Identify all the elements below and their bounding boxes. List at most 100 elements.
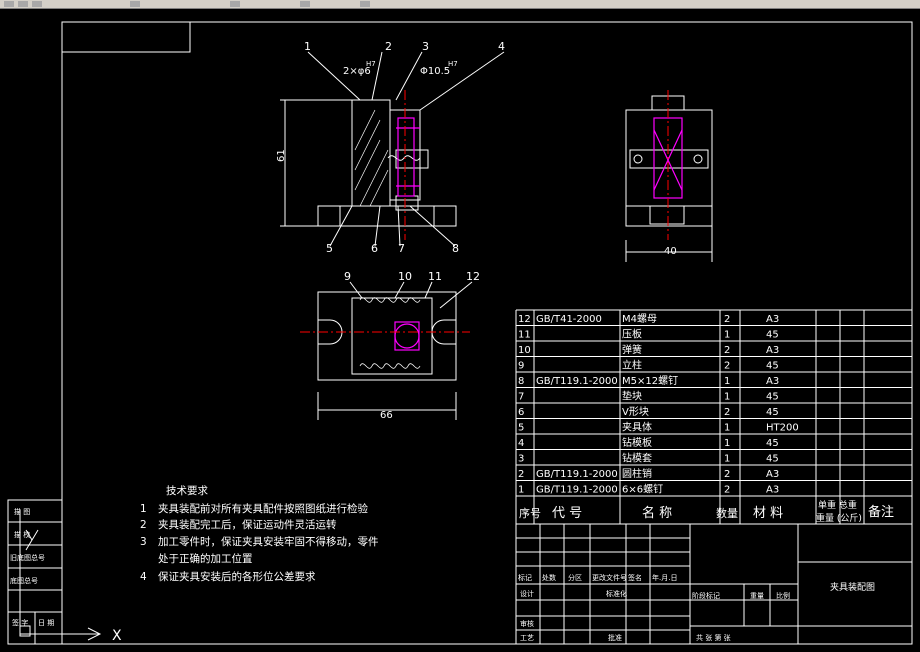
strip-label: 描 图	[14, 507, 30, 516]
bom-code: GB/T41-2000	[536, 314, 602, 325]
bom-material: 45	[766, 330, 779, 341]
bom-name: V形块	[622, 406, 649, 418]
bom-material: A3	[766, 345, 779, 356]
bom-name: M5×12螺钉	[622, 375, 678, 387]
bom-name: M4螺母	[622, 313, 657, 325]
bom-seq: 9	[518, 361, 524, 372]
bom-name: 钻模板	[622, 436, 652, 449]
toolbar-button[interactable]	[130, 1, 140, 7]
bom-qty: 1	[724, 438, 730, 449]
bom-material: A3	[766, 485, 779, 496]
toolbar-button[interactable]	[300, 1, 310, 7]
bom-material: 45	[766, 454, 779, 465]
bom-qty: 1	[724, 454, 730, 465]
tb-weight: 重量	[750, 592, 764, 600]
balloon-10: 10	[398, 270, 412, 283]
ucs-x-label: X	[112, 628, 122, 644]
fit-dim-2-tol: H7	[448, 60, 458, 68]
strip-label: 底图总号	[10, 576, 38, 585]
bom-seq: 10	[518, 345, 531, 356]
balloon-6: 6	[371, 242, 378, 255]
front-view-highlight	[396, 117, 420, 197]
bom-header-remark: 备注	[868, 504, 894, 520]
bom-name: 立柱	[622, 359, 642, 372]
bom-rows: 12 GB/T41-2000 M4螺母 2 A311 压板 1 4510 弹簧 2 A39 立柱 2 45…	[518, 313, 799, 496]
bom-material: 45	[766, 407, 779, 418]
bom-material: HT200	[766, 423, 799, 434]
bom-seq: 3	[518, 454, 524, 465]
tb-design: 设计	[520, 589, 534, 598]
bom-code: GB/T119.1-2000	[536, 469, 618, 480]
balloon-12: 12	[466, 270, 480, 283]
bom-qty: 2	[724, 314, 730, 325]
bom-header-material: 材 料	[753, 506, 783, 521]
bom-qty: 1	[724, 423, 730, 434]
bom-name: 6×6螺钉	[622, 484, 663, 496]
bom-seq: 1	[518, 485, 524, 496]
bom-qty: 1	[724, 330, 730, 341]
tech-title: 技术要求	[166, 484, 208, 497]
bom-qty: 2	[724, 345, 730, 356]
tb-label-count: 处数	[542, 573, 556, 582]
top-width-dim: 66	[380, 410, 393, 421]
bom-seq: 4	[518, 438, 524, 449]
tb-label-mark: 标记	[518, 573, 532, 582]
toolbar-button[interactable]	[360, 1, 370, 7]
tech-item-number: 4	[140, 571, 147, 583]
bom-code: GB/T119.1-2000	[536, 376, 618, 387]
bom-material: 45	[766, 392, 779, 403]
bom-seq: 2	[518, 469, 524, 480]
tb-standard: 标准化	[606, 589, 627, 598]
balloon-1: 1	[304, 40, 311, 53]
toolbar-button[interactable]	[4, 1, 14, 7]
tb-stage: 阶段标记	[692, 591, 720, 600]
tech-item-number: 2	[140, 519, 147, 531]
strip-label: 旧底图总号	[10, 553, 45, 562]
strip-label: 日 期	[38, 619, 54, 627]
bom-seq: 7	[518, 392, 524, 403]
bom-qty: 1	[724, 392, 730, 403]
side-view	[625, 95, 713, 262]
tech-item-text: 保证夹具安装后的各形位公差要求	[158, 570, 316, 583]
bom-name: 夹具体	[622, 421, 652, 434]
fit-dim-1-tol: H7	[366, 60, 376, 68]
toolbar-button[interactable]	[18, 1, 28, 7]
balloon-2: 2	[385, 40, 392, 53]
bom-header-name: 名 称	[642, 505, 672, 521]
tb-drawing-name: 夹具装配图	[830, 581, 875, 593]
bom-header-qty: 数量	[716, 507, 738, 520]
bom-code: GB/T119.1-2000	[536, 485, 618, 496]
drawing-canvas[interactable]: 描 图 描 校 旧底图总号 底图总号 签 字 日 期 X 1 2 3 4 5 6…	[0, 8, 920, 652]
tb-approve: 批准	[608, 633, 622, 642]
toolbar-button[interactable]	[230, 1, 240, 7]
bom-seq: 5	[518, 423, 524, 434]
balloon-3: 3	[422, 40, 429, 53]
tech-item-number: 3	[140, 536, 147, 548]
top-view	[317, 281, 473, 420]
tech-item-text: 处于正确的加工位置	[158, 552, 253, 565]
tb-label-zone: 分区	[568, 573, 582, 582]
bom-header-code: 代 号	[552, 506, 582, 521]
bom-seq: 8	[518, 376, 524, 387]
balloon-7: 7	[398, 242, 405, 255]
bom-name: 垫块	[622, 390, 642, 403]
bom-name: 压板	[622, 328, 642, 341]
tb-label-change: 更改文件号	[592, 573, 627, 582]
bom-material: 45	[766, 361, 779, 372]
bom-header: 序号 代 号 名 称 数量 材 料 单重 总重 重量 (公斤) 备注	[519, 499, 894, 524]
bom-material: 45	[766, 438, 779, 449]
bom-seq: 6	[518, 407, 524, 418]
tech-item-text: 夹具装配前对所有夹具配件按照图纸进行检验	[158, 502, 368, 515]
toolbar-button[interactable]	[32, 1, 42, 7]
bom-qty: 1	[724, 376, 730, 387]
height-dim: 61	[276, 149, 287, 162]
tb-label-date: 年.月.日	[652, 573, 677, 582]
top-view-highlight	[394, 321, 420, 351]
bom-header-weight: 单重 总重	[818, 499, 857, 511]
sheet-frame	[61, 21, 913, 645]
title-block-text: 标记 处数 分区 更改文件号 签名 年.月.日 设计 标准化 阶段标记 重量 比…	[518, 573, 875, 642]
tech-requirements: 技术要求 1 夹具装配前对所有夹具配件按照图纸进行检验 2 夹具装配完工后，保证…	[140, 484, 379, 583]
bom-seq: 12	[518, 314, 531, 325]
bom-qty: 2	[724, 361, 730, 372]
fit-dim-2: Φ10.5	[420, 66, 450, 77]
